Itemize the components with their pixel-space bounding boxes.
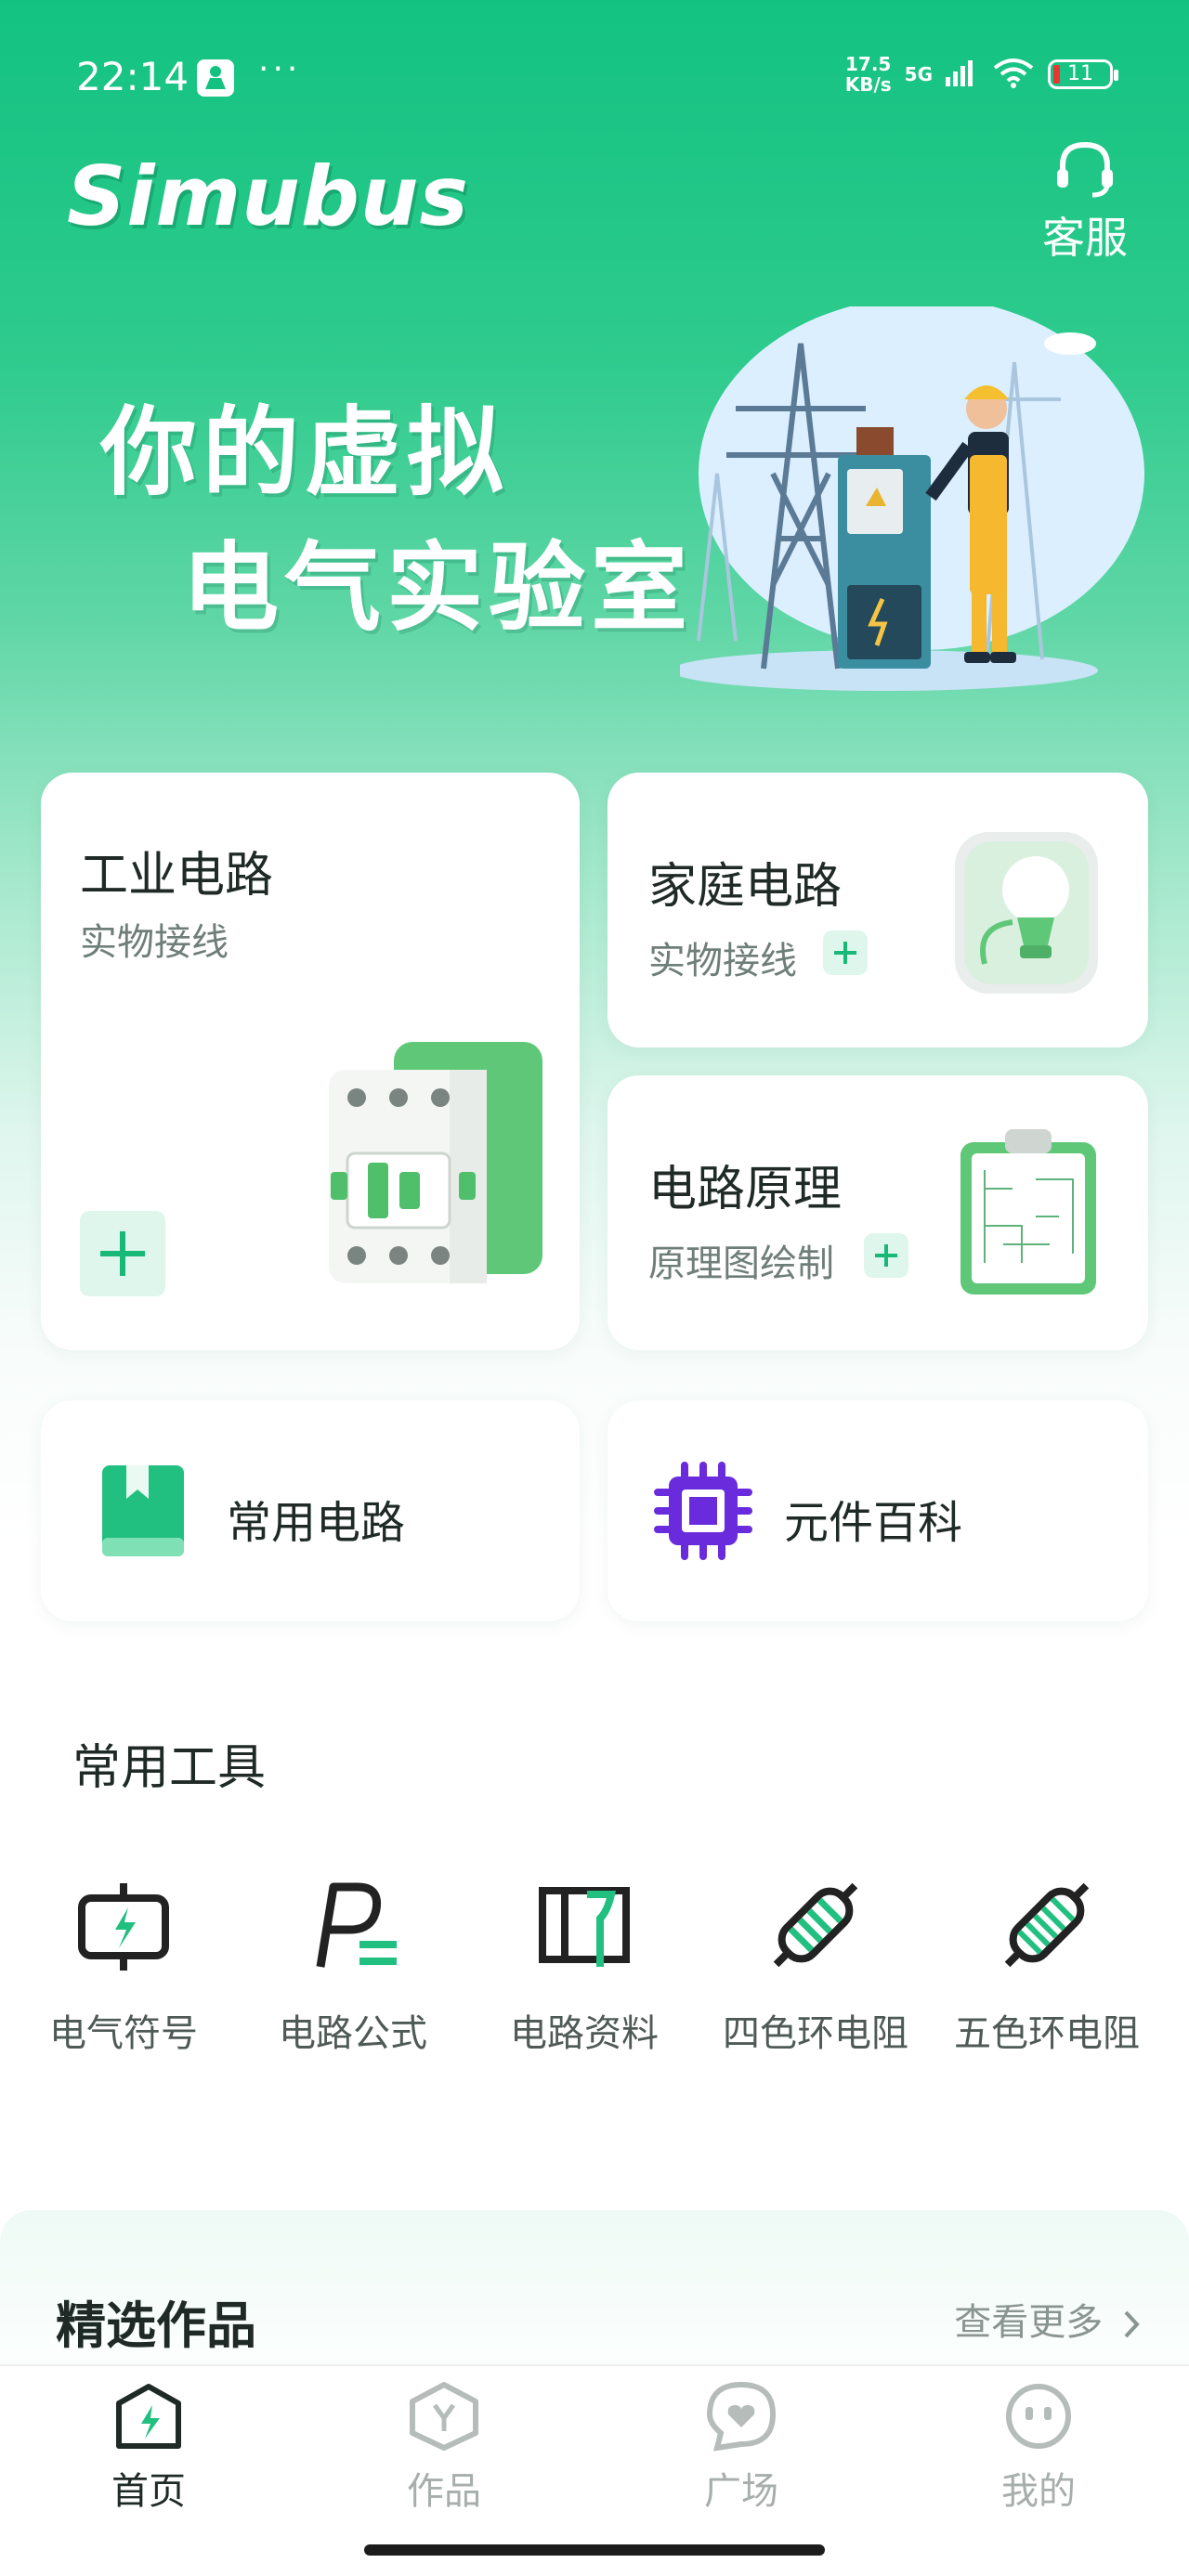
book-icon [539,1887,630,1967]
light-bulb-illustration [955,832,1098,994]
tab-square[interactable]: 广场 [648,2381,834,2515]
home-circuit-subtitle: 实物接线 [648,940,797,982]
industrial-add-button[interactable] [80,1211,165,1296]
industrial-circuit-title: 工业电路 [80,848,274,904]
customer-service-label: 客服 [1042,213,1128,263]
tab-label: 作品 [407,2470,481,2513]
industrial-circuit-subtitle: 实物接线 [80,921,229,964]
view-more-link[interactable]: 查看更多 [954,2292,1143,2346]
hero-slogan-line1: 你的虚拟 [100,396,510,509]
principle-add-button[interactable] [864,1233,908,1278]
headset-icon [1057,141,1113,198]
resistor-icon [773,1882,858,1968]
circuit-principle-card[interactable]: 电路原理 原理图绘制 [608,1075,1148,1350]
schematic-clipboard-illustration [960,1129,1096,1295]
customer-service-button[interactable]: 客服 [1029,139,1141,266]
book-icon [102,1465,184,1556]
tab-label: 广场 [704,2470,778,2513]
tool-label: 电气符号 [49,2012,198,2055]
resistor-icon [1004,1882,1090,1968]
contactor-illustration [329,1042,542,1283]
tool-circuit-formulas[interactable]: 电路公式 [246,1869,460,2057]
electrician-illustration [680,306,1144,691]
battery-icon: 11 [1048,59,1118,89]
plus-icon [834,942,856,964]
tool-label: 电路资料 [510,2012,659,2055]
common-tools-title: 常用工具 [72,1740,267,1796]
view-more-label: 查看更多 [954,2301,1104,2344]
more-notifications: ··· [258,50,302,88]
tool-label: 五色环电阻 [954,2012,1140,2055]
tool-label: 电路公式 [279,2012,427,2055]
tab-home[interactable]: 首页 [56,2381,242,2515]
profile-icon [1006,2384,1071,2449]
home-indicator[interactable] [364,2544,825,2556]
tab-profile[interactable]: 我的 [946,2381,1131,2515]
chevron-right-icon [1124,2310,1140,2338]
network-speed: 17.5 KB/s [844,53,892,96]
notification-icon [197,59,234,97]
component-encyclopedia-title: 元件百科 [784,1497,963,1549]
home-add-button[interactable] [823,930,868,975]
home-circuit-title: 家庭电路 [648,859,843,915]
tool-circuit-materials[interactable]: 电路资料 [477,1869,691,2057]
plus-icon [875,1244,897,1267]
network-type: 5G [904,63,933,85]
tool-four-band-resistor[interactable]: 四色环电阻 [709,1869,922,2057]
common-tools-panel: 常用工具 电气符号 电路公式 电路资料 四色环电阻 五色环电阻 [19,1665,1170,2166]
tool-five-band-resistor[interactable]: 五色环电阻 [940,1869,1154,2057]
circuit-principle-title: 电路原理 [648,1162,843,1217]
status-bar: 22:14 ··· 17.5 KB/s 5G 11 [76,50,1118,106]
featured-works-title: 精选作品 [56,2296,256,2355]
formula-icon [316,1882,397,1968]
home-circuit-card[interactable]: 家庭电路 实物接线 [608,773,1148,1047]
hero-slogan-line2: 电气实验室 [182,531,694,644]
electric-symbol-icon [78,1883,169,1971]
signal-icon [946,59,979,90]
works-icon [410,2382,478,2451]
tool-electric-symbols[interactable]: 电气符号 [17,1869,230,2057]
app-logo: Simubus [67,149,469,244]
component-encyclopedia-card[interactable]: 元件百科 [608,1400,1148,1621]
tab-label: 我的 [1001,2470,1076,2513]
square-icon [706,2381,777,2452]
home-icon [116,2384,181,2449]
common-circuits-title: 常用电路 [227,1497,406,1549]
chip-icon [654,1462,752,1560]
circuit-principle-subtitle: 原理图绘制 [648,1242,834,1285]
tool-label: 四色环电阻 [723,2012,908,2055]
plus-icon [100,1231,145,1276]
common-circuits-card[interactable]: 常用电路 [41,1400,580,1621]
tab-works[interactable]: 作品 [351,2381,537,2515]
industrial-circuit-card[interactable]: 工业电路 实物接线 [41,773,580,1350]
tab-label: 首页 [111,2470,186,2513]
wifi-icon [992,57,1035,92]
status-time: 22:14 [76,54,189,99]
